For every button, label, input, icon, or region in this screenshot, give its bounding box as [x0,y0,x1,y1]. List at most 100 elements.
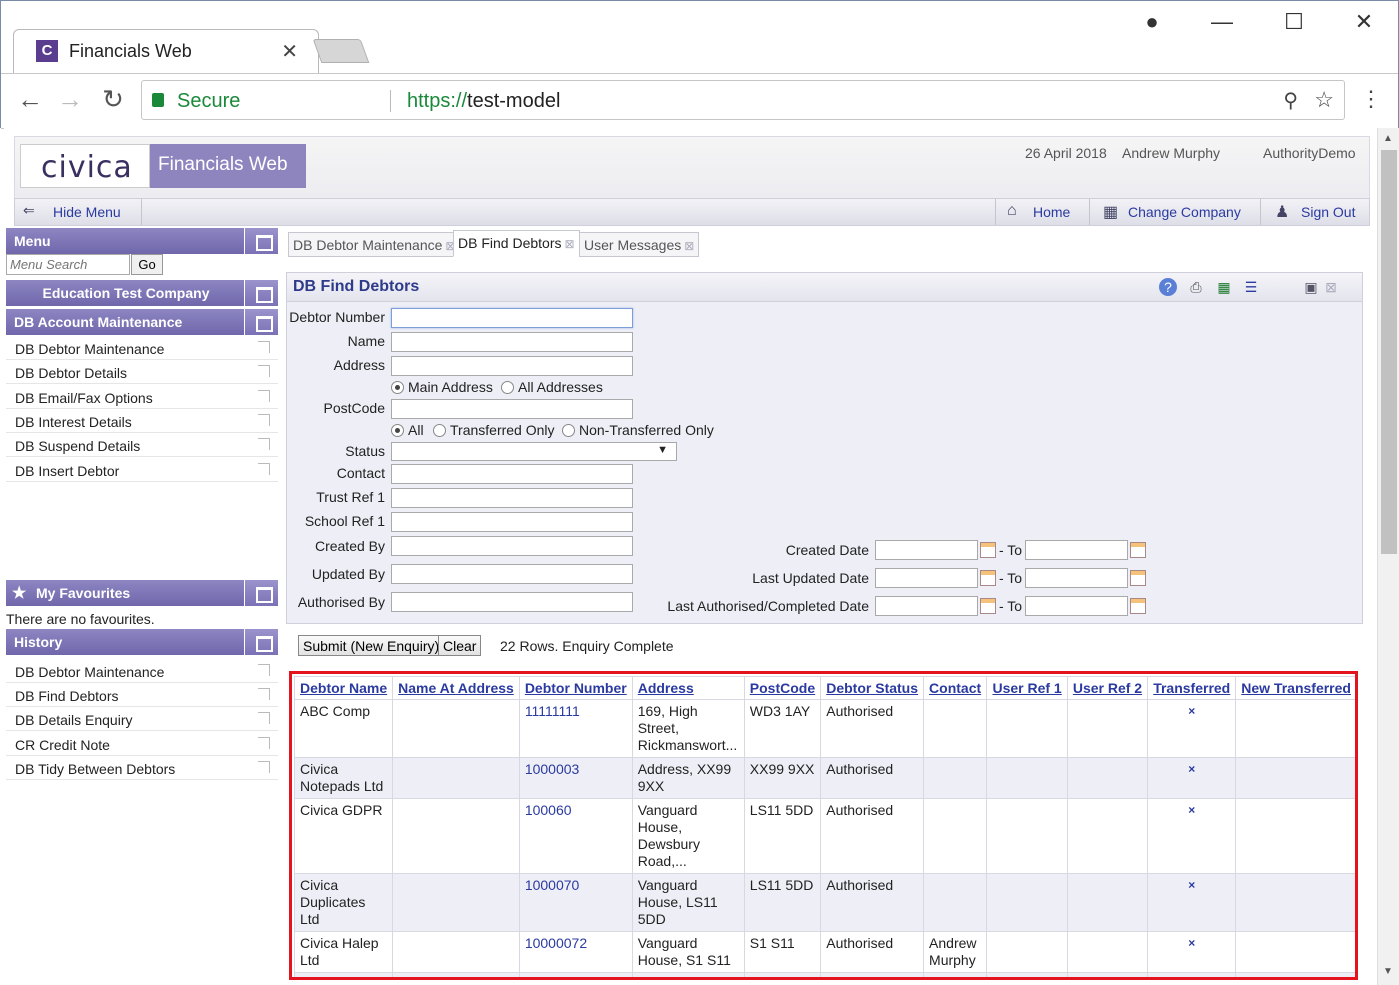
name-input[interactable] [391,332,633,352]
page-scrollbar[interactable]: ▲ ▼ [1377,128,1399,985]
open-external-icon[interactable] [258,712,270,724]
trust-ref-input[interactable] [391,488,633,508]
browser-menu-icon[interactable]: ⋮ [1360,86,1382,112]
open-external-icon[interactable] [258,438,270,450]
building-icon[interactable]: ▦ [1103,202,1118,222]
created-date-to-input[interactable] [1025,540,1128,560]
open-external-icon[interactable] [258,737,270,749]
minimize-icon[interactable]: — [1207,9,1237,35]
updated-by-input[interactable] [391,564,633,584]
column-header[interactable]: New Transferred [1235,676,1355,700]
favourites-panel-toggle-icon[interactable] [244,580,278,606]
menu-item-insert-debtor[interactable]: DB Insert Debtor [6,458,278,482]
scroll-down-icon[interactable]: ▼ [1383,966,1393,977]
home-icon[interactable]: ⌂ [1007,202,1017,220]
table-cell[interactable]: TestDebtor1 [518,972,633,977]
school-ref-input[interactable] [391,512,633,532]
table-row[interactable]: Civica GDPR 100060 Vanguard House, Dewsbur… [293,798,1355,874]
table-cell[interactable]: 10000072 [518,931,633,973]
menu-item-suspend-details[interactable]: DB Suspend Details [6,433,278,457]
forward-icon[interactable]: → [53,84,87,115]
form-close-icon[interactable]: ⊠ [1322,278,1340,296]
menu-item-debtor-maintenance[interactable]: DB Debtor Maintenance [6,336,278,360]
open-external-icon[interactable] [258,341,270,353]
postcode-input[interactable] [391,399,633,419]
debtor-number-input[interactable] [391,308,633,328]
column-header[interactable]: User Ref 1 [986,676,1068,700]
help-icon[interactable]: ? [1159,278,1177,296]
address-bar[interactable]: Secure https://test-model ⚲ ☆ [141,80,1345,120]
user-icon[interactable]: ♟ [1275,202,1289,222]
open-external-icon[interactable] [258,414,270,426]
tab-close-icon[interactable]: ⊠ [684,239,694,253]
column-header[interactable]: Debtor Number [518,676,633,700]
contact-input[interactable] [391,464,633,484]
menu-item-debtor-details[interactable]: DB Debtor Details [6,360,278,384]
all-addresses-radio[interactable]: All Addresses [501,379,603,395]
menu-item-interest-details[interactable]: DB Interest Details [6,409,278,433]
url-text[interactable]: https://test-model [407,90,560,113]
maximize-icon[interactable]: ☐ [1279,9,1309,35]
hide-menu-icon[interactable]: ⇐ [23,202,35,219]
address-input[interactable] [391,356,633,376]
history-item[interactable]: DB Find Debtors [6,683,278,707]
menu-go-button[interactable]: Go [131,254,163,275]
history-item[interactable]: DB Debtor Maintenance [6,659,278,683]
collapse-icon[interactable]: ☰ [1242,278,1260,296]
table-row[interactable]: Civica Notepads Ltd 1000003 Address, XX99 … [293,757,1355,799]
transferred-only-radio[interactable]: Transferred Only [433,422,555,438]
new-tab-button[interactable] [312,39,370,63]
submit-button[interactable]: Submit (New Enquiry) [298,635,445,656]
created-by-input[interactable] [391,536,633,556]
column-header[interactable]: Name At Address [392,676,520,700]
column-header[interactable]: Debtor Status [820,676,925,700]
all-radio[interactable]: All [391,422,424,438]
home-link[interactable]: Home [1033,204,1070,220]
created-date-from-input[interactable] [875,540,978,560]
column-header[interactable]: Transferred [1147,676,1237,700]
table-row[interactable]: ABC Comp 11111111 169, High Street, Rickma… [293,699,1355,758]
authorised-by-input[interactable] [391,592,633,612]
history-item[interactable]: DB Tidy Between Debtors [6,756,278,780]
sign-out-link[interactable]: Sign Out [1301,204,1355,220]
excel-export-icon[interactable]: ▦ [1215,278,1233,296]
column-header[interactable]: Debtor Name [293,676,394,700]
clear-button[interactable]: Clear [438,635,482,656]
window-close-icon[interactable]: ✕ [1349,9,1379,35]
tab-close-icon[interactable]: ⊠ [564,237,574,251]
scroll-up-icon[interactable]: ▲ [1383,133,1393,144]
table-row[interactable]: Civica Duplicates Ltd 1000070 Vanguard Hou… [293,873,1355,932]
calendar-icon[interactable] [980,542,996,558]
profile-icon[interactable]: ● [1137,9,1167,35]
tab-debtor-maintenance[interactable]: DB Debtor Maintenance ⊠ [288,232,461,257]
section-panel-toggle-icon[interactable] [244,309,278,335]
browser-tab[interactable]: C Financials Web ✕ [13,29,319,73]
window-icon[interactable]: ▣ [1302,278,1320,296]
scrollbar-thumb[interactable] [1381,150,1397,554]
back-icon[interactable]: ← [13,84,47,115]
table-row[interactable]: Test Debtor 1169TestDebtor1High Street, … [293,972,1355,977]
calendar-icon[interactable] [980,570,996,586]
table-row[interactable]: Civica Halep Ltd 10000072 Vanguard House, … [293,931,1355,973]
open-external-icon[interactable] [258,688,270,700]
last-updated-to-input[interactable] [1025,568,1128,588]
main-address-radio[interactable]: Main Address [391,379,493,395]
non-transferred-only-radio[interactable]: Non-Transferred Only [562,422,714,438]
company-panel-toggle-icon[interactable] [244,280,278,306]
history-item[interactable]: CR Credit Note [6,732,278,756]
reload-icon[interactable]: ↻ [96,84,130,115]
hide-menu-link[interactable]: Hide Menu [53,204,121,220]
tab-close-icon[interactable]: ✕ [281,39,298,64]
menu-search-input[interactable] [6,254,130,275]
open-external-icon[interactable] [258,390,270,402]
table-cell[interactable]: 1000003 [518,757,633,799]
menu-panel-toggle-icon[interactable] [244,228,278,254]
history-item[interactable]: DB Details Enquiry [6,707,278,731]
column-header[interactable]: Address [631,676,745,700]
last-authorised-from-input[interactable] [875,596,978,616]
open-external-icon[interactable] [258,761,270,773]
last-authorised-to-input[interactable] [1025,596,1128,616]
section-panel-header[interactable]: DB Account Maintenance [6,309,278,335]
column-header[interactable]: PostCode [743,676,822,700]
calendar-icon[interactable] [1130,598,1146,614]
